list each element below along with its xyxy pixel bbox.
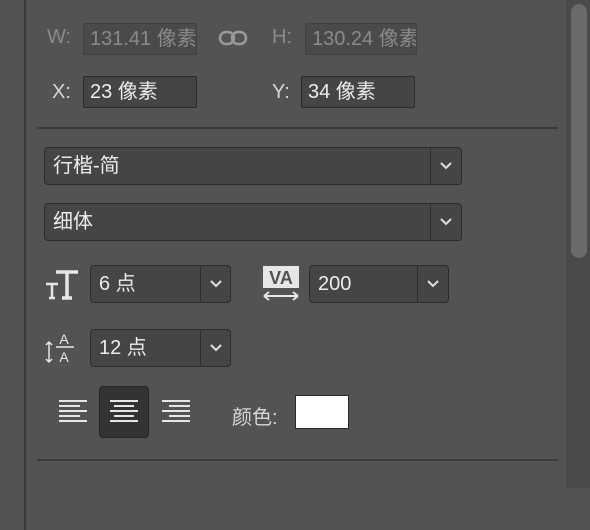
chevron-down-icon[interactable] xyxy=(431,204,461,240)
color-label: 颜色: xyxy=(232,407,278,429)
align-center-icon xyxy=(110,400,138,422)
section-divider xyxy=(37,127,558,129)
font-size-value: 6 点 xyxy=(99,273,136,295)
align-left-icon xyxy=(59,400,87,422)
font-style-value: 细体 xyxy=(53,211,93,233)
font-family-dropdown[interactable]: 行楷-简 xyxy=(44,147,462,185)
width-field[interactable]: 131.41 像素 xyxy=(83,23,197,55)
svg-text:A: A xyxy=(59,331,69,347)
font-size-dropdown[interactable]: 6 点 xyxy=(90,265,231,303)
svg-text:VA: VA xyxy=(269,268,293,288)
align-right-button[interactable] xyxy=(151,386,201,438)
width-label: W: xyxy=(47,26,72,48)
svg-text:A: A xyxy=(59,349,69,365)
chevron-down-icon[interactable] xyxy=(201,330,231,366)
align-center-button[interactable] xyxy=(99,386,149,438)
leading-icon: A A xyxy=(44,330,78,371)
leading-dropdown[interactable]: 12 点 xyxy=(90,329,231,367)
scrollbar-thumb[interactable] xyxy=(571,4,587,258)
y-label: Y: xyxy=(272,81,290,103)
font-size-icon xyxy=(44,268,80,307)
leading-value: 12 点 xyxy=(99,337,147,359)
font-style-dropdown[interactable]: 细体 xyxy=(44,203,462,241)
y-field[interactable]: 34 像素 xyxy=(301,76,415,108)
align-right-icon xyxy=(162,400,190,422)
tracking-dropdown[interactable]: 200 xyxy=(309,265,449,303)
x-label: X: xyxy=(52,81,71,103)
link-icon[interactable] xyxy=(218,27,248,54)
align-left-button[interactable] xyxy=(48,386,98,438)
height-field[interactable]: 130.24 像素 xyxy=(305,23,417,55)
tracking-value: 200 xyxy=(318,273,352,295)
chevron-down-icon[interactable] xyxy=(431,148,461,184)
chevron-down-icon[interactable] xyxy=(418,266,448,302)
height-label: H: xyxy=(272,26,292,48)
chevron-down-icon[interactable] xyxy=(201,266,231,302)
section-divider xyxy=(37,459,558,461)
x-field[interactable]: 23 像素 xyxy=(83,76,197,108)
tracking-icon: VA xyxy=(261,265,301,308)
color-swatch[interactable] xyxy=(295,395,349,429)
left-panel-edge xyxy=(0,0,26,530)
font-family-value: 行楷-简 xyxy=(53,155,120,177)
